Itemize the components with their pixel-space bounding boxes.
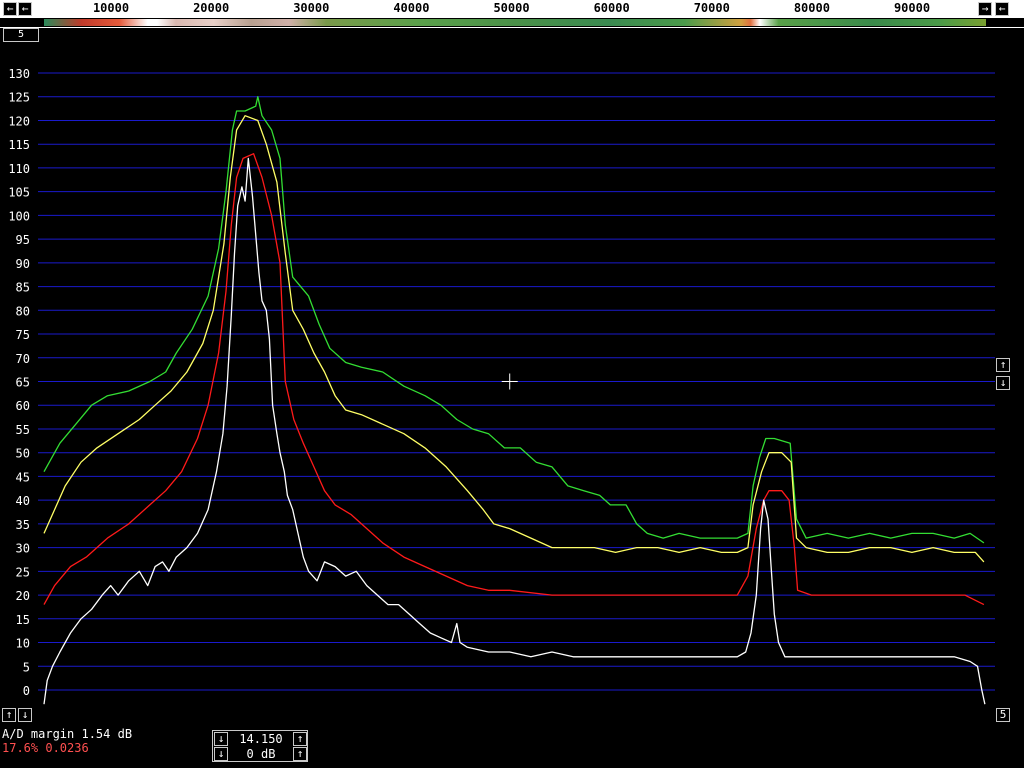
arrow-down-icon: ↓ xyxy=(21,708,29,721)
scale-down-button[interactable]: ↓ xyxy=(996,376,1010,390)
y-tick-label: 125 xyxy=(8,91,30,105)
y-tick-label: 110 xyxy=(8,162,30,176)
y-tick-label: 65 xyxy=(16,376,30,390)
y-tick-label: 10 xyxy=(16,637,30,651)
arrow-down-icon: ↓ xyxy=(999,376,1007,389)
y-axis-tick-labels: 0 5 10 15 20 25 30 35 40 45 50 55 60 65 70 75 80 85 90 95 10… xyxy=(8,67,30,698)
level-down-button[interactable]: ↓ xyxy=(18,708,32,722)
y-tick-label: 80 xyxy=(16,304,30,318)
value1-down-button[interactable]: ↓ xyxy=(214,732,228,746)
spectrum-chart[interactable]: 0 5 10 15 20 25 30 35 40 45 50 55 60 65 70 75 80 85 90 95 10… xyxy=(0,0,1024,768)
y-tick-label: 120 xyxy=(8,114,30,128)
level-status-text: 17.6% 0.0236 xyxy=(2,741,89,755)
y-tick-label: 0 xyxy=(23,684,30,698)
y-tick-label: 100 xyxy=(8,209,30,223)
y-tick-label: 20 xyxy=(16,589,30,603)
y-tick-label: 15 xyxy=(16,613,30,627)
y-tick-label: 30 xyxy=(16,542,30,556)
corner-settings-button[interactable]: 5 xyxy=(996,708,1010,722)
y-tick-label: 75 xyxy=(16,328,30,342)
y-tick-label: 35 xyxy=(16,518,30,532)
y-tick-label: 105 xyxy=(8,186,30,200)
yellow-trace-line xyxy=(43,115,985,563)
y-tick-label: 85 xyxy=(16,281,30,295)
arrow-up-icon: ↑ xyxy=(296,732,304,745)
y-tick-label: 55 xyxy=(16,423,30,437)
white-trace-line xyxy=(43,157,986,705)
y-tick-label: 115 xyxy=(8,138,30,152)
y-tick-label: 40 xyxy=(16,494,30,508)
y-tick-label: 70 xyxy=(16,352,30,366)
y-tick-label: 90 xyxy=(16,257,30,271)
arrow-up-icon: ↑ xyxy=(296,747,304,760)
y-tick-label: 60 xyxy=(16,399,30,413)
y-tick-label: 95 xyxy=(16,233,30,247)
spectrum-traces xyxy=(43,96,986,705)
arrow-up-icon: ↑ xyxy=(999,358,1007,371)
ad-margin-text: A/D margin 1.54 dB xyxy=(2,727,133,741)
value2-down-button[interactable]: ↓ xyxy=(214,747,228,761)
corner-label: 5 xyxy=(999,708,1007,721)
display-control-box: ↓ 14.150 ↑ ↓ 0 dB ↑ xyxy=(212,730,308,762)
arrow-up-icon: ↑ xyxy=(5,708,13,721)
y-tick-label: 130 xyxy=(8,67,30,81)
value2-display: 0 dB xyxy=(246,747,276,761)
crosshair-cursor xyxy=(501,373,518,390)
y-tick-label: 50 xyxy=(16,447,30,461)
level-up-button[interactable]: ↑ xyxy=(2,708,16,722)
arrow-down-icon: ↓ xyxy=(217,747,225,760)
value2-up-button[interactable]: ↑ xyxy=(293,747,307,761)
scale-up-button[interactable]: ↑ xyxy=(996,358,1010,372)
value1-display: 14.150 xyxy=(239,732,283,746)
value1-up-button[interactable]: ↑ xyxy=(293,732,307,746)
y-tick-label: 45 xyxy=(16,470,30,484)
arrow-down-icon: ↓ xyxy=(217,732,225,745)
y-tick-label: 25 xyxy=(16,565,30,579)
y-tick-label: 5 xyxy=(23,660,30,674)
